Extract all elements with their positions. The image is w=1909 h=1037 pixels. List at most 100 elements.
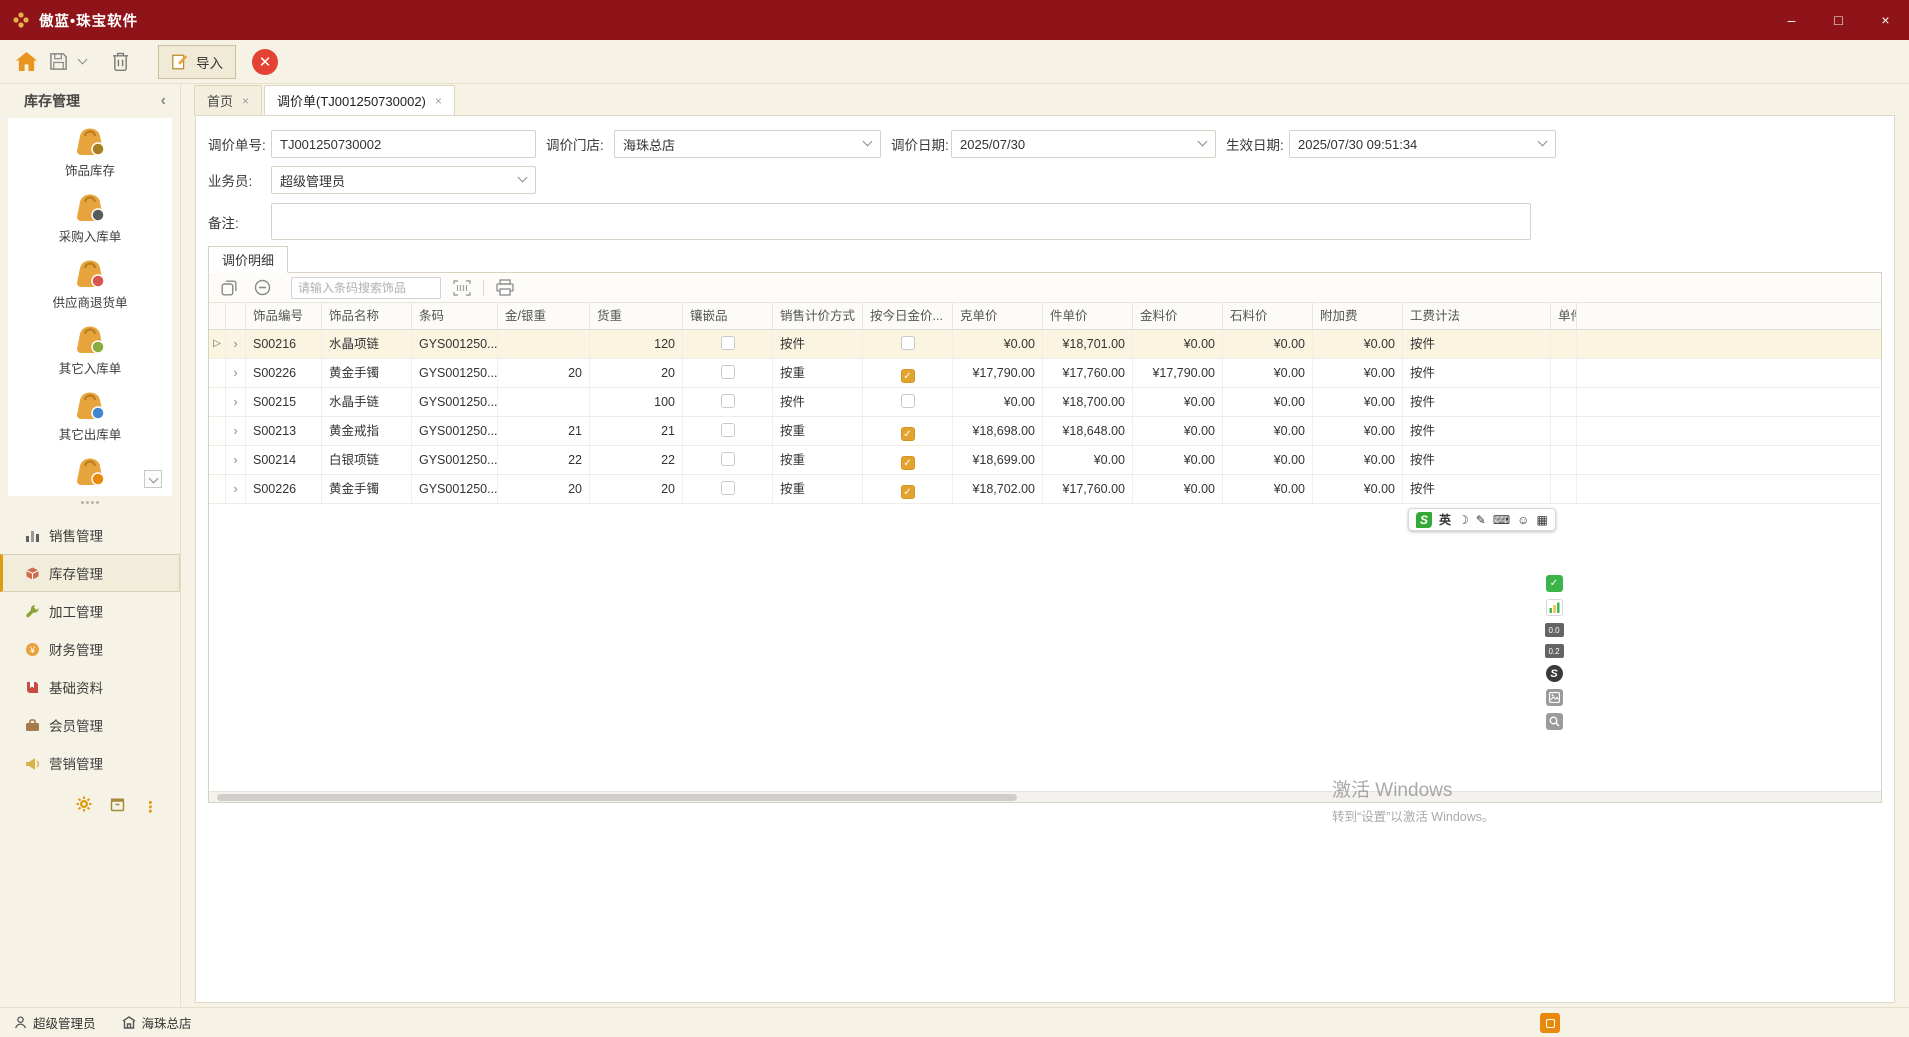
cell-gold_price[interactable]: ¥0.00 [1133,330,1223,358]
sogou-logo-icon[interactable]: S [1416,512,1432,528]
cell-piece_price[interactable]: ¥17,760.00 [1043,359,1133,387]
import-button[interactable]: 导入 [158,45,236,79]
cell-code[interactable]: S00213 [246,417,322,445]
tab-home[interactable]: 首页 × [194,85,262,115]
ime-emoji-icon[interactable]: ☺ [1517,514,1529,526]
checkbox-inlay[interactable] [721,365,735,379]
close-document-button[interactable]: ✕ [252,49,278,75]
cell-pricing[interactable]: 按件 [773,330,863,358]
cell-gram_price[interactable]: ¥18,698.00 [953,417,1043,445]
cell-inlay[interactable] [683,446,773,474]
cell-extra[interactable] [1551,359,1577,387]
ime-lang-indicator[interactable]: 英 [1439,514,1451,526]
column-header-pricing[interactable]: 销售计价方式 [773,303,863,329]
cell-today_gold[interactable]: ✓ [863,475,953,503]
checkbox-inlay[interactable] [721,336,735,350]
checkbox-inlay[interactable] [721,394,735,408]
cell-extra[interactable] [1551,475,1577,503]
cell-stone_price[interactable]: ¥0.00 [1223,330,1313,358]
checkbox-today_gold[interactable]: ✓ [901,369,915,383]
cell-code[interactable]: S00216 [246,330,322,358]
cell-gold_price[interactable]: ¥0.00 [1133,417,1223,445]
cell-barcode[interactable]: GYS001250... [412,359,498,387]
cell-weight[interactable]: 21 [590,417,683,445]
cell-name[interactable]: 白银项链 [322,446,412,474]
grid-row[interactable]: ›S00213黄金戒指GYS001250...2121按重✓¥18,698.00… [209,417,1881,446]
order-no-input[interactable] [271,130,536,158]
cell-inlay[interactable] [683,388,773,416]
cell-today_gold[interactable]: ✓ [863,417,953,445]
barcode-search-input[interactable] [291,277,441,299]
column-header-surcharge[interactable]: 附加费 [1313,303,1403,329]
net-speed-down[interactable]: 0.2 [1545,644,1564,658]
cell-gram_price[interactable]: ¥0.00 [953,330,1043,358]
sidebar-item-inventory[interactable]: 库存管理 [0,554,180,592]
cell-piece_price[interactable]: ¥0.00 [1043,446,1133,474]
checkbox-today_gold[interactable] [901,394,915,408]
cell-labor[interactable]: 按件 [1403,417,1551,445]
ime-keyboard-icon[interactable]: ⌨ [1493,514,1510,526]
sidebar-item-sales[interactable]: 销售管理 [0,516,180,554]
remark-input[interactable] [271,203,1531,240]
cell-barcode[interactable]: GYS001250... [412,330,498,358]
tab-price-adjustment[interactable]: 调价单(TJ001250730002) × [264,85,455,115]
sidebar-collapse-icon[interactable]: ‹ [161,93,166,109]
tab-close-icon[interactable]: × [242,94,249,108]
cell-labor[interactable]: 按件 [1403,475,1551,503]
statusbar-user[interactable]: 超级管理员 [14,1013,96,1032]
row-expand-icon[interactable]: › [226,446,246,474]
cell-barcode[interactable]: GYS001250... [412,388,498,416]
grid-row[interactable]: ›S00226黄金手镯GYS001250...2020按重✓¥17,790.00… [209,359,1881,388]
column-header-labor[interactable]: 工费计法 [1403,303,1551,329]
cell-gold_price[interactable]: ¥0.00 [1133,475,1223,503]
row-expand-icon[interactable]: › [226,475,246,503]
cell-surcharge[interactable]: ¥0.00 [1313,475,1403,503]
settings-gear-icon[interactable] [76,796,92,817]
column-header-weight[interactable]: 货重 [590,303,683,329]
tab-close-icon[interactable]: × [435,94,442,108]
cell-stone_price[interactable]: ¥0.00 [1223,446,1313,474]
checkbox-today_gold[interactable]: ✓ [901,427,915,441]
sogou-tray-icon[interactable]: S [1546,665,1563,682]
magnifier-icon[interactable] [1546,713,1563,730]
cell-surcharge[interactable]: ¥0.00 [1313,330,1403,358]
sidebar-shortcut-other-outbound[interactable]: 其它出库单 [8,382,172,448]
stats-bars-icon[interactable] [1546,599,1563,616]
column-header-gold_price[interactable]: 金料价 [1133,303,1223,329]
row-expand-icon[interactable]: › [226,330,246,358]
cell-extra[interactable] [1551,388,1577,416]
sidebar-item-basic-data[interactable]: 基础资料 [0,668,180,706]
cell-extra[interactable] [1551,330,1577,358]
cell-gold_weight[interactable] [498,388,590,416]
sidebar-splitter[interactable] [0,496,180,508]
checkbox-today_gold[interactable]: ✓ [901,485,915,499]
cell-gold_weight[interactable]: 20 [498,359,590,387]
effective-date-select[interactable]: 2025/07/30 09:51:34 [1289,130,1556,158]
cell-gold_weight[interactable] [498,330,590,358]
cell-pricing[interactable]: 按件 [773,388,863,416]
cell-gold_weight[interactable]: 21 [498,417,590,445]
cell-weight[interactable]: 100 [590,388,683,416]
row-expand-icon[interactable]: › [226,359,246,387]
row-expand-icon[interactable]: › [226,388,246,416]
cell-weight[interactable]: 22 [590,446,683,474]
cell-code[interactable]: S00215 [246,388,322,416]
screenshot-icon[interactable] [1546,689,1563,706]
cell-stone_price[interactable]: ¥0.00 [1223,417,1313,445]
close-window-button[interactable]: × [1862,0,1909,40]
cell-stone_price[interactable]: ¥0.00 [1223,388,1313,416]
checkbox-inlay[interactable] [721,452,735,466]
cell-inlay[interactable] [683,417,773,445]
cell-gold_weight[interactable]: 22 [498,446,590,474]
cell-inlay[interactable] [683,330,773,358]
column-header-extra[interactable]: 单件工费 [1551,303,1577,329]
sidebar-item-members[interactable]: 会员管理 [0,706,180,744]
copy-rows-button[interactable] [217,276,241,300]
sidebar-shortcut-other-inbound[interactable]: 其它入库单 [8,316,172,382]
maximize-button[interactable]: □ [1815,0,1862,40]
cell-surcharge[interactable]: ¥0.00 [1313,388,1403,416]
checkbox-inlay[interactable] [721,481,735,495]
column-header-gold_weight[interactable]: 金/银重 [498,303,590,329]
sidebar-item-finance[interactable]: ¥ 财务管理 [0,630,180,668]
tray-app-icon[interactable] [1540,1013,1560,1033]
